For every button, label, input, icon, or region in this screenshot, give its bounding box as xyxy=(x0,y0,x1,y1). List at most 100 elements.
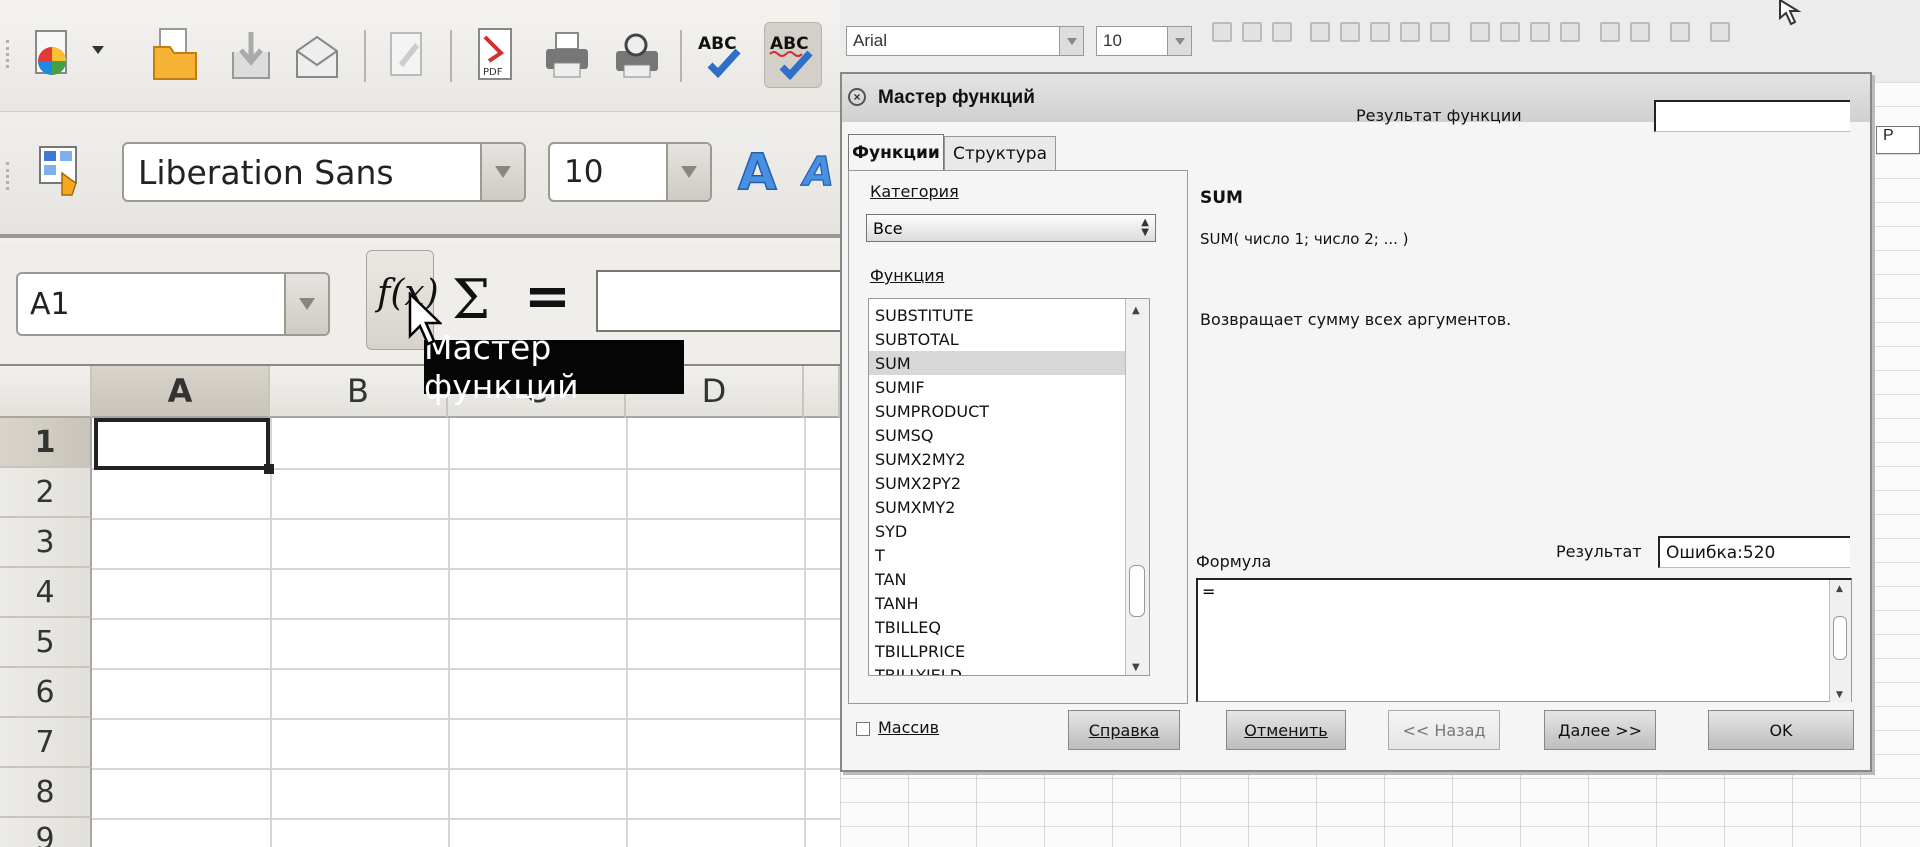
scroll-down-icon[interactable]: ▼ xyxy=(1132,662,1140,673)
formula-textarea[interactable]: = ▲ ▼ xyxy=(1196,578,1852,702)
merge-cells-icon[interactable] xyxy=(1430,22,1450,42)
italic-icon[interactable] xyxy=(1242,22,1262,42)
close-icon[interactable]: × xyxy=(848,88,866,106)
row-header-5[interactable]: 5 xyxy=(0,618,92,668)
list-item[interactable]: TAN xyxy=(869,567,1127,591)
row-header-4[interactable]: 4 xyxy=(0,568,92,618)
chevron-down-icon[interactable] xyxy=(666,144,710,200)
list-item[interactable]: SUMIF xyxy=(869,375,1127,399)
select-all-corner[interactable] xyxy=(0,366,92,418)
tab-functions[interactable]: Функции xyxy=(848,134,944,170)
row-header-2[interactable]: 2 xyxy=(0,468,92,518)
tab-structure[interactable]: Структура xyxy=(944,136,1056,170)
list-item[interactable]: SYD xyxy=(869,519,1127,543)
array-checkbox[interactable] xyxy=(856,722,870,736)
column-header-e[interactable] xyxy=(804,366,840,418)
indent-decrease-icon[interactable] xyxy=(1600,22,1620,42)
indent-increase-icon[interactable] xyxy=(1630,22,1650,42)
toolbar-grip[interactable] xyxy=(6,40,10,68)
font-name-combobox[interactable]: Liberation Sans xyxy=(122,142,526,202)
font-size-combobox[interactable]: 10 xyxy=(548,142,712,202)
auto-spellcheck-button[interactable]: ABC xyxy=(764,22,822,88)
list-item[interactable]: SUBTOTAL xyxy=(869,327,1127,351)
currency-icon[interactable] xyxy=(1470,22,1490,42)
sum-button[interactable]: Σ xyxy=(452,268,490,331)
chevron-down-icon[interactable] xyxy=(480,144,524,200)
percent-icon[interactable] xyxy=(1500,22,1520,42)
print-preview-button[interactable] xyxy=(608,22,666,88)
column-header-a[interactable]: A xyxy=(92,366,270,418)
align-left-icon[interactable] xyxy=(1310,22,1330,42)
styles-button[interactable] xyxy=(30,138,88,204)
list-item[interactable]: TBILLYIELD xyxy=(869,663,1127,676)
function-list-scrollbar[interactable]: ▲ ▼ xyxy=(1125,299,1149,675)
row-header-3[interactable]: 3 xyxy=(0,518,92,568)
italic-button[interactable]: A xyxy=(800,138,840,204)
function-list[interactable]: SUBSTITUTE SUBTOTAL SUM SUMIF SUMPRODUCT… xyxy=(868,298,1150,676)
save-button[interactable] xyxy=(222,22,280,88)
list-item-selected[interactable]: SUM xyxy=(869,351,1127,375)
list-item[interactable]: SUMSQ xyxy=(869,423,1127,447)
scrollbar-thumb[interactable] xyxy=(1833,616,1847,660)
function-equals-button[interactable]: = xyxy=(524,264,571,329)
column-header-p[interactable]: P xyxy=(1876,126,1920,154)
category-select[interactable]: Все ▲ ▼ xyxy=(866,214,1156,242)
cell-a1-selected[interactable] xyxy=(94,418,270,470)
new-document-button[interactable] xyxy=(24,22,82,88)
add-decimal-icon[interactable] xyxy=(1560,22,1580,42)
column-header-b[interactable]: B xyxy=(270,366,448,418)
font-size-combobox[interactable]: 10 xyxy=(1096,26,1192,56)
scroll-up-icon[interactable]: ▲ xyxy=(1132,305,1140,316)
align-center-icon[interactable] xyxy=(1340,22,1360,42)
spreadsheet-grid[interactable]: A B C D 1 2 3 4 5 6 7 8 9 xyxy=(0,366,840,847)
list-item[interactable]: TBILLPRICE xyxy=(869,639,1127,663)
ok-button[interactable]: OK xyxy=(1708,710,1854,750)
scrollbar-thumb[interactable] xyxy=(1129,565,1145,617)
background-color-icon[interactable] xyxy=(1710,22,1730,42)
print-button[interactable] xyxy=(538,22,596,88)
toolbar-grip[interactable] xyxy=(6,162,10,190)
number-format-icon[interactable] xyxy=(1530,22,1550,42)
chevron-down-icon[interactable] xyxy=(1059,27,1083,55)
export-pdf-button[interactable]: PDF xyxy=(466,22,524,88)
scroll-up-icon[interactable]: ▲ xyxy=(1836,584,1843,594)
formula-input[interactable] xyxy=(596,270,840,332)
borders-icon[interactable] xyxy=(1670,22,1690,42)
list-item[interactable]: SUMXMY2 xyxy=(869,495,1127,519)
list-item[interactable]: T xyxy=(869,543,1127,567)
font-name-combobox[interactable]: Arial xyxy=(846,26,1084,56)
list-item[interactable]: SUMPRODUCT xyxy=(869,399,1127,423)
row-header-label: 4 xyxy=(35,574,55,610)
list-item[interactable]: SUMX2PY2 xyxy=(869,471,1127,495)
align-right-icon[interactable] xyxy=(1370,22,1390,42)
name-box[interactable]: A1 xyxy=(16,272,330,336)
chevron-down-icon[interactable] xyxy=(92,46,104,54)
scroll-down-icon[interactable]: ▼ xyxy=(1836,690,1843,700)
edit-file-button[interactable] xyxy=(378,22,436,88)
open-button[interactable] xyxy=(146,22,204,88)
list-item[interactable]: TANH xyxy=(869,591,1127,615)
chevron-down-icon[interactable] xyxy=(1167,27,1191,55)
fill-handle[interactable] xyxy=(264,464,274,474)
justify-icon[interactable] xyxy=(1400,22,1420,42)
help-button[interactable]: Справка xyxy=(1068,710,1180,750)
cancel-button[interactable]: Отменить xyxy=(1226,710,1346,750)
bold-icon[interactable] xyxy=(1212,22,1232,42)
email-button[interactable] xyxy=(288,22,346,88)
list-item[interactable]: SUMX2MY2 xyxy=(869,447,1127,471)
tooltip-text: Мастер функций xyxy=(424,328,579,406)
formula-scrollbar[interactable]: ▲ ▼ xyxy=(1829,580,1851,702)
row-header-6[interactable]: 6 xyxy=(0,668,92,718)
chevron-down-icon[interactable] xyxy=(284,274,328,334)
next-button[interactable]: Далее >> xyxy=(1544,710,1656,750)
row-header-7[interactable]: 7 xyxy=(0,718,92,768)
row-header-1[interactable]: 1 xyxy=(0,418,92,468)
list-item[interactable]: TBILLEQ xyxy=(869,615,1127,639)
spellcheck-button[interactable]: ABC xyxy=(692,22,750,88)
row-header-9[interactable]: 9 xyxy=(0,818,92,847)
row-header-8[interactable]: 8 xyxy=(0,768,92,818)
underline-icon[interactable] xyxy=(1272,22,1292,42)
list-item[interactable]: SUBSTITUTE xyxy=(869,303,1127,327)
bold-button[interactable]: A xyxy=(728,138,786,204)
back-button[interactable]: << Назад xyxy=(1388,710,1500,750)
